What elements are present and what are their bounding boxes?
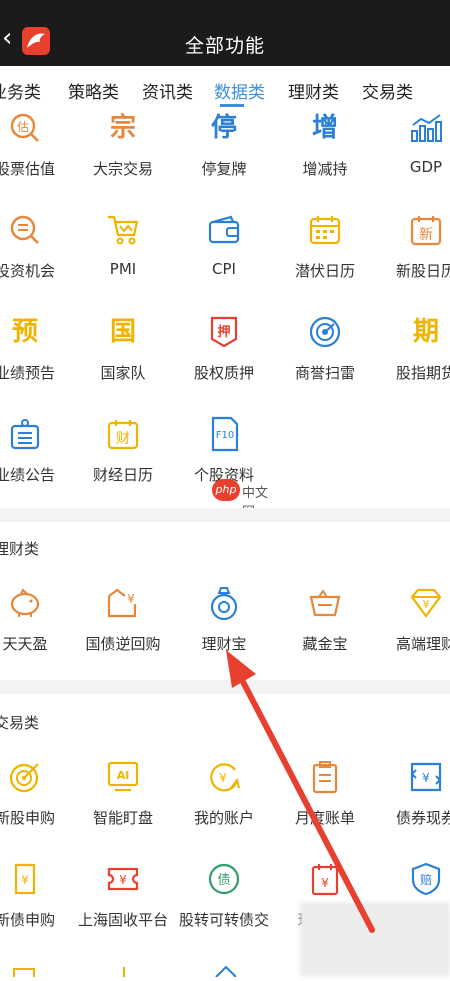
fixed-income-icon: ¥ [78,859,168,899]
forecast-icon: 预 [11,317,38,347]
active-tab-indicator [220,104,244,107]
compensation-icon: 赔 [381,859,450,899]
page-title: 全部功能 [184,35,265,57]
svg-text:¥: ¥ [127,592,135,606]
tab-trade[interactable]: 交易类 [362,78,413,103]
gold-basket-icon [280,583,370,623]
svg-text:F10: F10 [216,430,234,441]
grid-item-label: 债券现券 [395,809,450,827]
announcement-icon [0,414,70,454]
monthly-bill-icon [280,757,370,797]
svg-text:债: 债 [217,873,230,888]
svg-text:新: 新 [419,227,433,243]
money-bag-icon [179,583,269,623]
national-team-icon: 国 [109,317,136,347]
section-title-trade: 交易类 [0,714,40,732]
svg-text:¥: ¥ [423,598,430,611]
f10-document-icon: F10 [179,414,269,454]
section-divider [0,680,450,694]
finance-calendar-icon: 财 [78,414,168,454]
holding-change-icon: 增 [311,113,338,143]
block-trade-icon: 宗 [109,113,136,143]
futures-icon: 期 [412,317,439,347]
cart-icon [78,210,168,250]
new-stock-calendar-icon: 新 [381,210,450,250]
bond-repo-icon: ¥ [78,583,168,623]
top-bar: ‹ 全部功能 [0,0,450,66]
grid-item-label: 股指期货 [395,364,450,382]
valuation-icon: 估 [0,108,70,148]
svg-text:¥: ¥ [422,771,430,785]
svg-text:¥: ¥ [321,876,329,890]
svg-text:¥: ¥ [219,771,227,785]
svg-text:¥: ¥ [119,873,127,887]
tab-news[interactable]: 资讯类 [142,78,193,103]
blurred-region [300,902,450,976]
convertible-bond-icon: 债 [179,859,269,899]
svg-text:估: 估 [17,120,29,134]
suspension-icon: 停 [210,113,237,143]
section-title-wealth: 理财类 [0,540,40,558]
svg-text:押: 押 [217,324,230,340]
target-icon [0,757,70,797]
opportunity-icon [0,210,70,250]
account-icon: ¥ [179,757,269,797]
grid-item-label: 高端理财 [395,635,450,653]
watermark: php 中文网 [212,479,272,520]
calendar-icon [280,210,370,250]
watermark-logo: php [212,479,240,501]
diamond-icon: ¥ [381,583,450,623]
grid-item-label: GDP [409,158,443,176]
ai-monitor-icon: AI [78,757,168,797]
svg-text:¥: ¥ [21,873,29,887]
grid-item-label: 新股日历 [395,262,450,280]
section-divider [0,508,450,522]
cash-calendar-icon: ¥ [280,859,370,899]
svg-text:财: 财 [116,431,130,447]
tab-wealth[interactable]: 理财类 [288,78,339,103]
tab-data[interactable]: 数据类 [214,78,265,103]
wallet-icon [179,210,269,250]
svg-text:赔: 赔 [420,872,432,887]
goodwill-radar-icon [280,312,370,352]
svg-text:AI: AI [117,769,130,782]
new-bond-icon: ¥ [0,859,70,899]
tab-strategy[interactable]: 策略类 [68,78,119,103]
tab-business[interactable]: 业务类 [0,78,41,103]
piggy-bank-icon [0,583,70,623]
bar-chart-icon [381,108,450,148]
category-tabs: 业务类 策略类 资讯类 数据类 理财类 交易类 [0,66,450,110]
pledge-icon: 押 [179,312,269,352]
bond-exchange-icon: ¥ [381,757,450,797]
